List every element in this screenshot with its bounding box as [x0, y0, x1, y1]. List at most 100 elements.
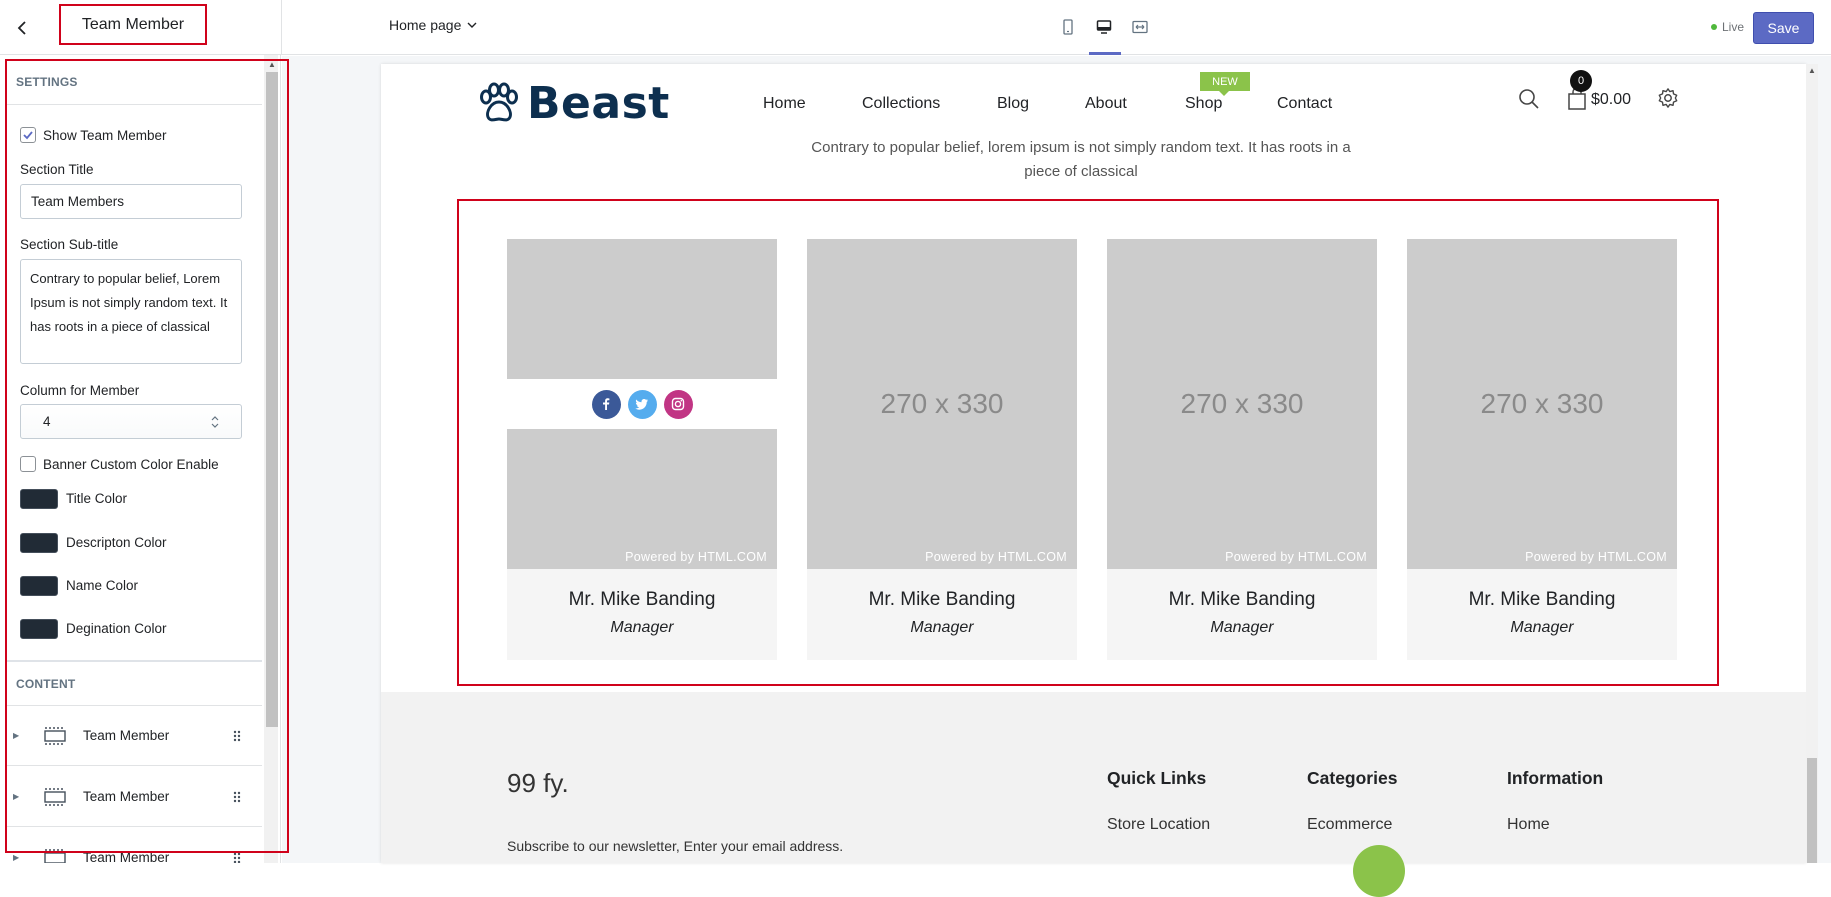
mobile-icon	[1063, 19, 1073, 35]
gear-icon[interactable]	[1657, 87, 1679, 109]
twitter-button[interactable]	[627, 389, 657, 419]
description-color-label: Descripton Color	[66, 535, 167, 550]
member-name: Mr. Mike Banding	[868, 589, 1016, 610]
desktop-view-button[interactable]	[1089, 14, 1121, 55]
block-label: Team Member	[83, 850, 170, 863]
nav-shop[interactable]: Shop	[1185, 95, 1222, 113]
cart-total[interactable]: $0.00	[1591, 91, 1631, 109]
live-status: Live	[1711, 20, 1744, 34]
powered-by-text: Powered by HTML.COM	[925, 550, 1067, 564]
nav-about[interactable]: About	[1085, 95, 1127, 113]
drag-handle-icon[interactable]	[232, 851, 242, 864]
caret-right-icon: ▶	[13, 731, 20, 740]
section-subtitle-preview: Contrary to popular belief, lorem ipsum …	[811, 139, 1351, 180]
team-member-block[interactable]: ▶ Team Member	[7, 706, 262, 766]
instagram-button[interactable]	[663, 389, 693, 419]
title-color-swatch[interactable]	[20, 489, 58, 509]
caret-right-icon: ▶	[13, 853, 20, 862]
footer-link[interactable]: Home	[1507, 816, 1550, 834]
member-info: Mr. Mike Banding Manager	[1107, 569, 1377, 660]
section-block-icon	[44, 726, 66, 745]
nav-collections[interactable]: Collections	[862, 95, 940, 113]
checkmark-icon	[23, 131, 33, 140]
footer-heading-categories: Categories	[1307, 768, 1398, 788]
settings-heading: SETTINGS	[16, 75, 78, 89]
powered-by-text: Powered by HTML.COM	[1525, 550, 1667, 564]
sidebar-scroll-thumb[interactable]	[266, 72, 278, 727]
footer-link[interactable]: Store Location	[1107, 816, 1210, 834]
description-color-swatch[interactable]	[20, 533, 58, 553]
select-arrows-icon	[211, 415, 219, 428]
column-for-member-value: 4	[43, 414, 51, 429]
store-footer: 99 fy. Subscribe to our newsletter, Ente…	[381, 692, 1806, 863]
scroll-up-icon[interactable]: ▲	[1808, 66, 1816, 75]
search-icon[interactable]	[1518, 88, 1540, 110]
block-label: Team Member	[83, 789, 170, 804]
back-button[interactable]	[8, 14, 36, 42]
preview-scrollbar[interactable]	[1806, 64, 1818, 863]
member-photo: 270 x 330 Powered by HTML.COM	[1407, 239, 1677, 569]
footer-link[interactable]: Ecommerce	[1307, 816, 1392, 834]
degination-color-label: Degination Color	[66, 621, 167, 636]
scroll-up-icon[interactable]: ▲	[268, 60, 276, 69]
store-preview: Beast Home Collections Blog About Shop N…	[381, 64, 1806, 863]
team-member-card[interactable]: Powered by HTML.COM Mr. Mike Banding Man…	[507, 239, 777, 660]
status-dot	[1711, 24, 1717, 30]
divider	[7, 104, 262, 105]
team-member-block[interactable]: ▶ Team Member	[7, 828, 262, 863]
nav-blog[interactable]: Blog	[997, 95, 1029, 113]
settings-sidebar: SETTINGS Show Team Member Section Title …	[0, 55, 281, 863]
fullwidth-view-button[interactable]	[1127, 14, 1153, 40]
floating-action-button[interactable]	[1353, 845, 1405, 897]
team-member-card[interactable]: 270 x 330 Powered by HTML.COM Mr. Mike B…	[1107, 239, 1377, 660]
photo-placeholder-text: 270 x 330	[1180, 388, 1304, 419]
member-name: Mr. Mike Banding	[1468, 589, 1616, 610]
mobile-view-button[interactable]	[1055, 14, 1081, 40]
chevron-down-icon	[467, 22, 477, 28]
section-title-label: Section Title	[20, 162, 94, 177]
store-header: Beast Home Collections Blog About Shop N…	[381, 64, 1806, 142]
member-info: Mr. Mike Banding Manager	[807, 569, 1077, 660]
column-for-member-label: Column for Member	[20, 383, 140, 398]
team-member-card[interactable]: 270 x 330 Powered by HTML.COM Mr. Mike B…	[807, 239, 1077, 660]
degination-color-swatch[interactable]	[20, 619, 58, 639]
facebook-button[interactable]	[591, 389, 621, 419]
footer-heading-quick-links: Quick Links	[1107, 768, 1207, 788]
preview-scroll-thumb[interactable]	[1807, 758, 1817, 863]
nav-home[interactable]: Home	[763, 95, 806, 113]
section-subtitle-textarea[interactable]: Contrary to popular belief, Lorem Ipsum …	[20, 259, 242, 364]
member-info: Mr. Mike Banding Manager	[1407, 569, 1677, 660]
team-member-card[interactable]: 270 x 330 Powered by HTML.COM Mr. Mike B…	[1407, 239, 1677, 660]
page-selector-label: Home page	[389, 17, 462, 33]
section-title-input[interactable]	[20, 184, 242, 219]
name-color-swatch[interactable]	[20, 576, 58, 596]
facebook-icon	[603, 398, 610, 410]
topbar-divider	[281, 0, 282, 55]
content-heading: CONTENT	[16, 677, 76, 691]
column-for-member-select[interactable]: 4	[20, 404, 242, 439]
social-links	[507, 379, 777, 429]
powered-by-text: Powered by HTML.COM	[625, 550, 767, 564]
instagram-icon	[671, 397, 685, 411]
drag-handle-icon[interactable]	[232, 790, 242, 804]
name-color-label: Name Color	[66, 578, 139, 593]
store-logo[interactable]: Beast	[477, 78, 670, 129]
section-block-icon	[44, 848, 66, 863]
team-member-block[interactable]: ▶ Team Member	[7, 767, 262, 827]
page-selector[interactable]: Home page	[389, 17, 477, 33]
divider	[7, 660, 262, 662]
banner-custom-color-label: Banner Custom Color Enable	[43, 457, 219, 472]
cart-count-badge: 0	[1570, 70, 1592, 92]
save-button[interactable]: Save	[1753, 12, 1814, 44]
footer-heading-information: Information	[1507, 768, 1604, 788]
show-team-member-checkbox[interactable]	[20, 127, 36, 143]
drag-handle-icon[interactable]	[232, 729, 242, 743]
photo-placeholder-text: 270 x 330	[880, 388, 1004, 419]
section-subtitle-label: Section Sub-title	[20, 237, 119, 252]
member-role: Manager	[610, 619, 674, 636]
nav-contact[interactable]: Contact	[1277, 95, 1332, 113]
photo-placeholder-text: 270 x 330	[1480, 388, 1604, 419]
banner-custom-color-checkbox[interactable]	[20, 456, 36, 472]
member-photo: 270 x 330 Powered by HTML.COM	[807, 239, 1077, 569]
caret-right-icon: ▶	[13, 792, 20, 801]
